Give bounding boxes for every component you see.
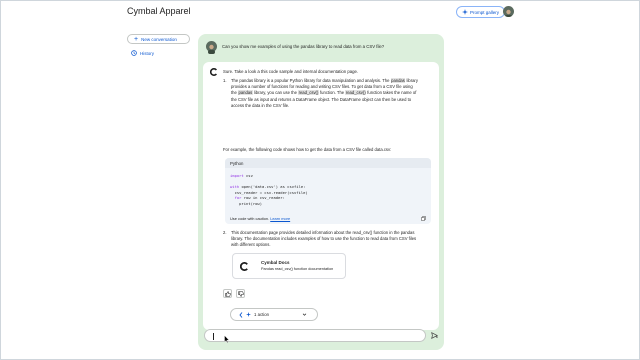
user-question-text: Can you show me examples of using the pa… [222, 44, 385, 49]
list-number-2: 2. [223, 230, 227, 235]
app-title: Cymbal Apparel [127, 6, 191, 16]
copy-icon[interactable] [421, 216, 426, 221]
sparkle-icon [462, 9, 468, 15]
user-avatar[interactable] [503, 6, 514, 17]
thumbs-up-icon [224, 290, 231, 297]
learn-more-link[interactable]: Learn more [270, 216, 290, 221]
plus-icon: + [134, 35, 139, 43]
chevron-down-icon [302, 313, 307, 316]
cymbal-docs-logo-icon [240, 262, 248, 271]
doc-card-title: Cymbal Docs [261, 260, 290, 265]
response-paragraph-1: The pandas library is a popular Python l… [231, 78, 418, 108]
highlight-pandas: pandas [238, 90, 253, 96]
mouse-cursor-icon [224, 335, 230, 343]
assistant-logo-icon [210, 68, 218, 76]
highlight-pandas: pandas [390, 78, 406, 83]
list-number-1: 1. [223, 78, 227, 83]
action-sparkle-icon [246, 312, 251, 317]
highlight-read-csv: read_csv() [345, 90, 367, 96]
thumbs-down-button[interactable] [236, 289, 245, 298]
user-message-avatar [206, 41, 217, 54]
highlight-read-csv: read_csv() [298, 90, 319, 96]
thumbs-down-icon [237, 290, 244, 297]
response-intro: Sure. Take a look a this code sample and… [223, 69, 359, 74]
user-message: Can you show me examples of using the pa… [206, 41, 385, 54]
prompt-gallery-label: Prompt gallery [470, 9, 500, 15]
app-window: Cymbal Apparel Prompt gallery + New conv… [0, 0, 640, 360]
action-chevron-left-icon [239, 311, 243, 318]
doc-card-subtitle: Pandas read_csv() function documentation [261, 267, 334, 271]
new-conversation-button[interactable]: + New conversation [127, 34, 190, 44]
history-icon [131, 50, 137, 56]
code-language: Python [225, 158, 431, 168]
text-caret [213, 333, 214, 340]
code-block: Python import csv with open('data.csv') … [225, 158, 431, 224]
code-content[interactable]: import csv with open('data.csv') as csvf… [225, 168, 431, 212]
thumbs-up-button[interactable] [223, 289, 232, 298]
code-caution: Use code with caution. Learn more [225, 213, 431, 224]
conversation-panel: Can you show me examples of using the pa… [198, 34, 444, 350]
example-intro: For example, the following code shows ho… [223, 147, 392, 152]
actions-label: 1 action [254, 312, 270, 317]
send-icon[interactable] [431, 332, 438, 339]
actions-dropdown[interactable]: 1 action [230, 308, 318, 321]
prompt-gallery-button[interactable]: Prompt gallery [456, 6, 506, 18]
history-link[interactable]: History [131, 50, 154, 56]
doc-card[interactable]: Cymbal Docs Pandas read_csv() function d… [232, 253, 346, 279]
top-bar: Cymbal Apparel Prompt gallery [1, 1, 640, 23]
new-conversation-label: New conversation [141, 36, 177, 42]
history-label: History [140, 50, 155, 56]
response-card: Sure. Take a look a this code sample and… [203, 62, 439, 330]
chat-input[interactable] [204, 329, 426, 342]
response-paragraph-2: This documentation page provides detaile… [231, 230, 417, 248]
